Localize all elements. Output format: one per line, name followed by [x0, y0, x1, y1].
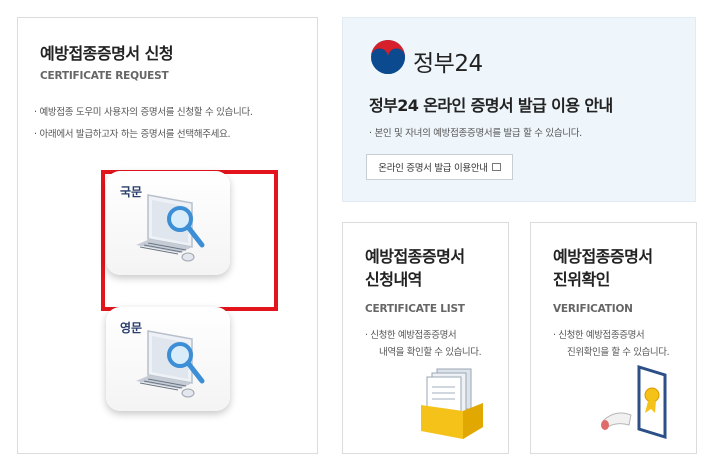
- certificate-icon: [601, 364, 667, 440]
- certificate-request-panel: 예방접종증명서 신청 CERTIFICATE REQUEST · 예방접종 도우…: [17, 17, 318, 454]
- gov24-logo-text: 정부24: [413, 51, 483, 77]
- verify-subtitle: VERIFICATION: [553, 303, 633, 315]
- computer-search-icon: [136, 330, 205, 398]
- verification-card[interactable]: 예방접종증명서 진위확인 VERIFICATION · 신청한 예방접종증명서 …: [530, 222, 697, 454]
- online-issuance-guide-label: 온라인 증명서 발급 이용안내: [378, 163, 488, 174]
- verify-description: · 신청한 예방접종증명서 진위확인을 할 수 있습니다.: [553, 327, 670, 361]
- verify-title-line1: 예방접종증명서: [553, 247, 653, 266]
- verify-title: 예방접종증명서 진위확인: [553, 245, 653, 291]
- list-title-line1: 예방접종증명서: [365, 247, 465, 266]
- external-link-icon: [491, 163, 501, 171]
- list-description: · 신청한 예방접종증명서 내역을 확인할 수 있습니다.: [365, 327, 482, 361]
- list-desc-line1: · 신청한 예방접종증명서: [365, 330, 457, 341]
- request-bullet-1: · 예방접종 도우미 사용자의 증명서를 신청할 수 있습니다.: [34, 107, 253, 118]
- request-title: 예방접종증명서 신청: [40, 44, 174, 63]
- document-box-icon: [421, 368, 483, 439]
- verify-desc-line2: 진위확인을 할 수 있습니다.: [567, 347, 670, 358]
- request-subtitle: CERTIFICATE REQUEST: [40, 70, 169, 82]
- gov24-description: · 본인 및 자녀의 예방접종증명서를 발급 할 수 있습니다.: [369, 128, 582, 139]
- verify-title-line2: 진위확인: [553, 270, 610, 289]
- online-issuance-guide-button[interactable]: 온라인 증명서 발급 이용안내: [366, 154, 513, 180]
- request-bullet-2: · 아래에서 발급하고자 하는 증명서를 선택해주세요.: [34, 129, 231, 140]
- computer-search-icon: [136, 194, 205, 262]
- certificate-list-card[interactable]: 예방접종증명서 신청내역 CERTIFICATE LIST · 신청한 예방접종…: [342, 222, 509, 454]
- list-desc-line2: 내역을 확인할 수 있습니다.: [379, 347, 482, 358]
- gov24-title: 정부24 온라인 증명서 발급 이용 안내: [369, 96, 613, 115]
- verify-desc-line1: · 신청한 예방접종증명서: [553, 330, 645, 341]
- english-certificate-button[interactable]: 영문: [106, 307, 230, 411]
- gov24-logo-icon: [371, 40, 405, 74]
- list-title: 예방접종증명서 신청내역: [365, 245, 465, 291]
- korean-certificate-button[interactable]: 국문: [106, 171, 230, 275]
- gov24-panel: 정부24 정부24 온라인 증명서 발급 이용 안내 · 본인 및 자녀의 예방…: [342, 17, 696, 202]
- list-subtitle: CERTIFICATE LIST: [365, 303, 465, 315]
- list-title-line2: 신청내역: [365, 270, 422, 289]
